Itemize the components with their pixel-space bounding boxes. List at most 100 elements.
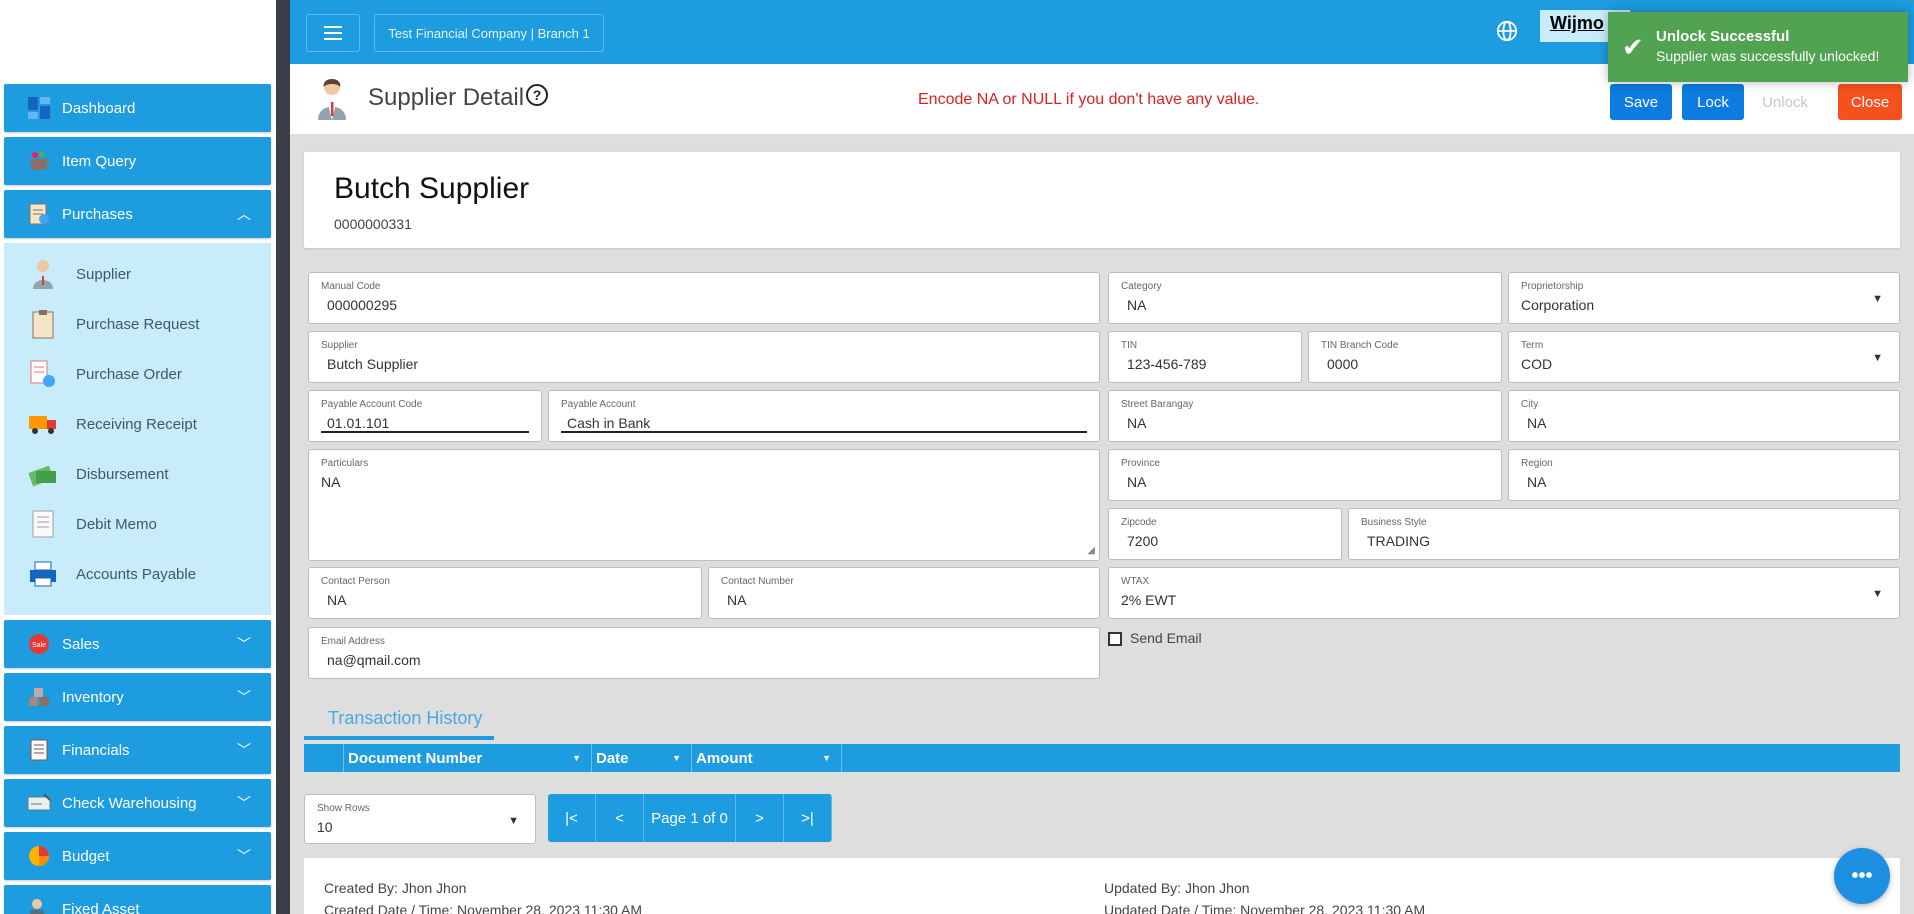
term-select[interactable]: Term COD ▼	[1508, 331, 1900, 383]
sidebar-item-purchases[interactable]: Purchases ︿	[4, 190, 271, 238]
chevron-left-icon: <	[615, 809, 624, 827]
column-header-date[interactable]: Date ▼	[592, 744, 692, 772]
field-label: Supplier	[321, 340, 358, 351]
payable-account-field[interactable]: Payable Account Cash in Bank	[548, 390, 1100, 442]
zipcode-field[interactable]: Zipcode 7200	[1108, 508, 1342, 560]
subitem-label: Disbursement	[76, 465, 169, 483]
region-field[interactable]: Region NA	[1508, 449, 1900, 501]
unlock-button[interactable]: Unlock	[1754, 84, 1816, 120]
column-label: Date	[596, 749, 629, 767]
field-value: TRADING	[1367, 533, 1430, 549]
transaction-grid-header: Document Number ▼ Date ▼ Amount ▼	[304, 744, 1900, 772]
next-page-button[interactable]: >	[736, 794, 784, 842]
sidebar-subitem-receiving-receipt[interactable]: Receiving Receipt	[28, 404, 197, 444]
particulars-textarea[interactable]: Particulars NA ◢	[308, 449, 1100, 561]
supplier-summary-card: Butch Supplier 0000000331	[304, 152, 1900, 248]
last-page-button[interactable]: >|	[784, 794, 832, 842]
street-barangay-field[interactable]: Street Barangay NA	[1108, 390, 1502, 442]
supplier-field[interactable]: Supplier Butch Supplier	[308, 331, 1100, 383]
tin-field[interactable]: TIN 123-456-789	[1108, 331, 1302, 383]
category-field[interactable]: Category NA	[1108, 272, 1502, 324]
tab-transaction-history[interactable]: Transaction History	[328, 708, 482, 729]
province-field[interactable]: Province NA	[1108, 449, 1502, 501]
field-label: Show Rows	[317, 803, 370, 814]
sidebar-subitem-disbursement[interactable]: Disbursement	[28, 454, 169, 494]
email-address-field[interactable]: Email Address na@qmail.com	[308, 627, 1100, 679]
field-value: COD	[1521, 356, 1553, 372]
sidebar-item-inventory[interactable]: Inventory ﹀	[4, 673, 271, 721]
sidebar-subitem-purchase-order[interactable]: Purchase Order	[28, 354, 182, 394]
sidebar-item-fixed-asset[interactable]: Fixed Asset	[4, 885, 271, 914]
sidebar-subitem-accounts-payable[interactable]: Accounts Payable	[28, 554, 196, 594]
field-value: Corporation	[1521, 297, 1595, 313]
contact-person-field[interactable]: Contact Person NA	[308, 567, 702, 619]
subitem-label: Debit Memo	[76, 515, 157, 533]
tin-branch-code-field[interactable]: TIN Branch Code 0000	[1308, 331, 1502, 383]
first-page-icon: |<	[565, 809, 578, 827]
field-label: Email Address	[321, 636, 385, 647]
filter-icon[interactable]: ▼	[822, 753, 831, 763]
column-header-amount[interactable]: Amount ▼	[692, 744, 842, 772]
field-value: Butch Supplier	[327, 356, 419, 372]
manual-code-field[interactable]: Manual Code 000000295	[308, 272, 1100, 324]
purchases-submenu: Supplier Purchase Request Purchase Order…	[4, 243, 271, 615]
hamburger-menu-button[interactable]	[306, 14, 360, 52]
previous-page-button[interactable]: <	[596, 794, 644, 842]
fixed-asset-icon	[26, 896, 52, 914]
first-page-button[interactable]: |<	[548, 794, 596, 842]
sidebar-subitem-debit-memo[interactable]: Debit Memo	[28, 504, 157, 544]
close-button[interactable]: Close	[1838, 84, 1902, 120]
save-button[interactable]: Save	[1610, 84, 1672, 120]
page-title: Supplier Detail	[368, 84, 525, 111]
toast-title: Unlock Successful	[1656, 28, 1790, 45]
chevron-down-icon: ﹀	[237, 848, 251, 864]
field-value: 10	[317, 819, 333, 835]
show-rows-select[interactable]: Show Rows 10 ▼	[304, 794, 536, 844]
proprietorship-select[interactable]: Proprietorship Corporation ▼	[1508, 272, 1900, 324]
column-label: Amount	[696, 749, 753, 767]
subitem-label: Supplier	[76, 265, 132, 283]
wtax-select[interactable]: WTAX 2% EWT ▼	[1108, 567, 1900, 619]
purchases-icon	[26, 201, 52, 227]
field-label: Business Style	[1361, 517, 1427, 528]
chat-fab-button[interactable]: •••	[1834, 848, 1890, 904]
sidebar-item-item-query[interactable]: Item Query	[4, 137, 271, 185]
field-value: NA	[321, 474, 341, 490]
filter-icon[interactable]: ▼	[672, 753, 681, 763]
toast-message: Supplier was successfully unlocked!	[1656, 48, 1880, 64]
field-label: Category	[1121, 281, 1162, 292]
sidebar-subitem-purchase-request[interactable]: Purchase Request	[28, 304, 199, 344]
audit-info-card: Created By: Jhon Jhon Created Date / Tim…	[304, 858, 1900, 914]
sidebar-subitem-supplier[interactable]: Supplier	[28, 254, 131, 294]
unlock-success-toast[interactable]: ✔ Unlock Successful Supplier was success…	[1608, 12, 1908, 82]
field-label: Contact Person	[321, 576, 390, 587]
supplier-name: Butch Supplier	[334, 172, 530, 205]
chevron-down-icon: ﹀	[237, 795, 251, 811]
filter-icon[interactable]: ▼	[572, 753, 581, 763]
field-label: City	[1521, 399, 1539, 410]
city-field[interactable]: City NA	[1508, 390, 1900, 442]
company-selector-button[interactable]: Test Financial Company | Branch 1	[374, 14, 604, 52]
help-icon[interactable]: ?	[526, 84, 548, 106]
sidebar-item-budget[interactable]: Budget ﹀	[4, 832, 271, 880]
resize-handle-icon[interactable]: ◢	[1087, 545, 1095, 556]
financials-icon	[26, 737, 52, 763]
field-value: 0000	[1327, 356, 1359, 372]
lock-button[interactable]: Lock	[1682, 84, 1744, 120]
sidebar-item-check-warehousing[interactable]: Check Warehousing ﹀	[4, 779, 271, 827]
sidebar-item-financials[interactable]: Financials ﹀	[4, 726, 271, 774]
sidebar-item-sales[interactable]: Sale Sales ﹀	[4, 620, 271, 668]
contact-number-field[interactable]: Contact Number NA	[708, 567, 1100, 619]
sidebar-item-label: Item Query	[62, 152, 137, 170]
payable-account-code-field[interactable]: Payable Account Code 01.01.101	[308, 390, 542, 442]
field-value: NA	[1527, 474, 1547, 490]
business-style-field[interactable]: Business Style TRADING	[1348, 508, 1900, 560]
send-email-checkbox[interactable]	[1108, 632, 1122, 646]
globe-icon[interactable]	[1496, 20, 1520, 44]
dropdown-arrow-icon: ▼	[508, 815, 519, 827]
sidebar-item-dashboard[interactable]: Dashboard	[4, 84, 271, 132]
sidebar-item-label: Financials	[62, 741, 130, 759]
sidebar-divider	[276, 0, 290, 914]
field-label: WTAX	[1121, 576, 1150, 587]
column-header-document-number[interactable]: Document Number ▼	[344, 744, 592, 772]
